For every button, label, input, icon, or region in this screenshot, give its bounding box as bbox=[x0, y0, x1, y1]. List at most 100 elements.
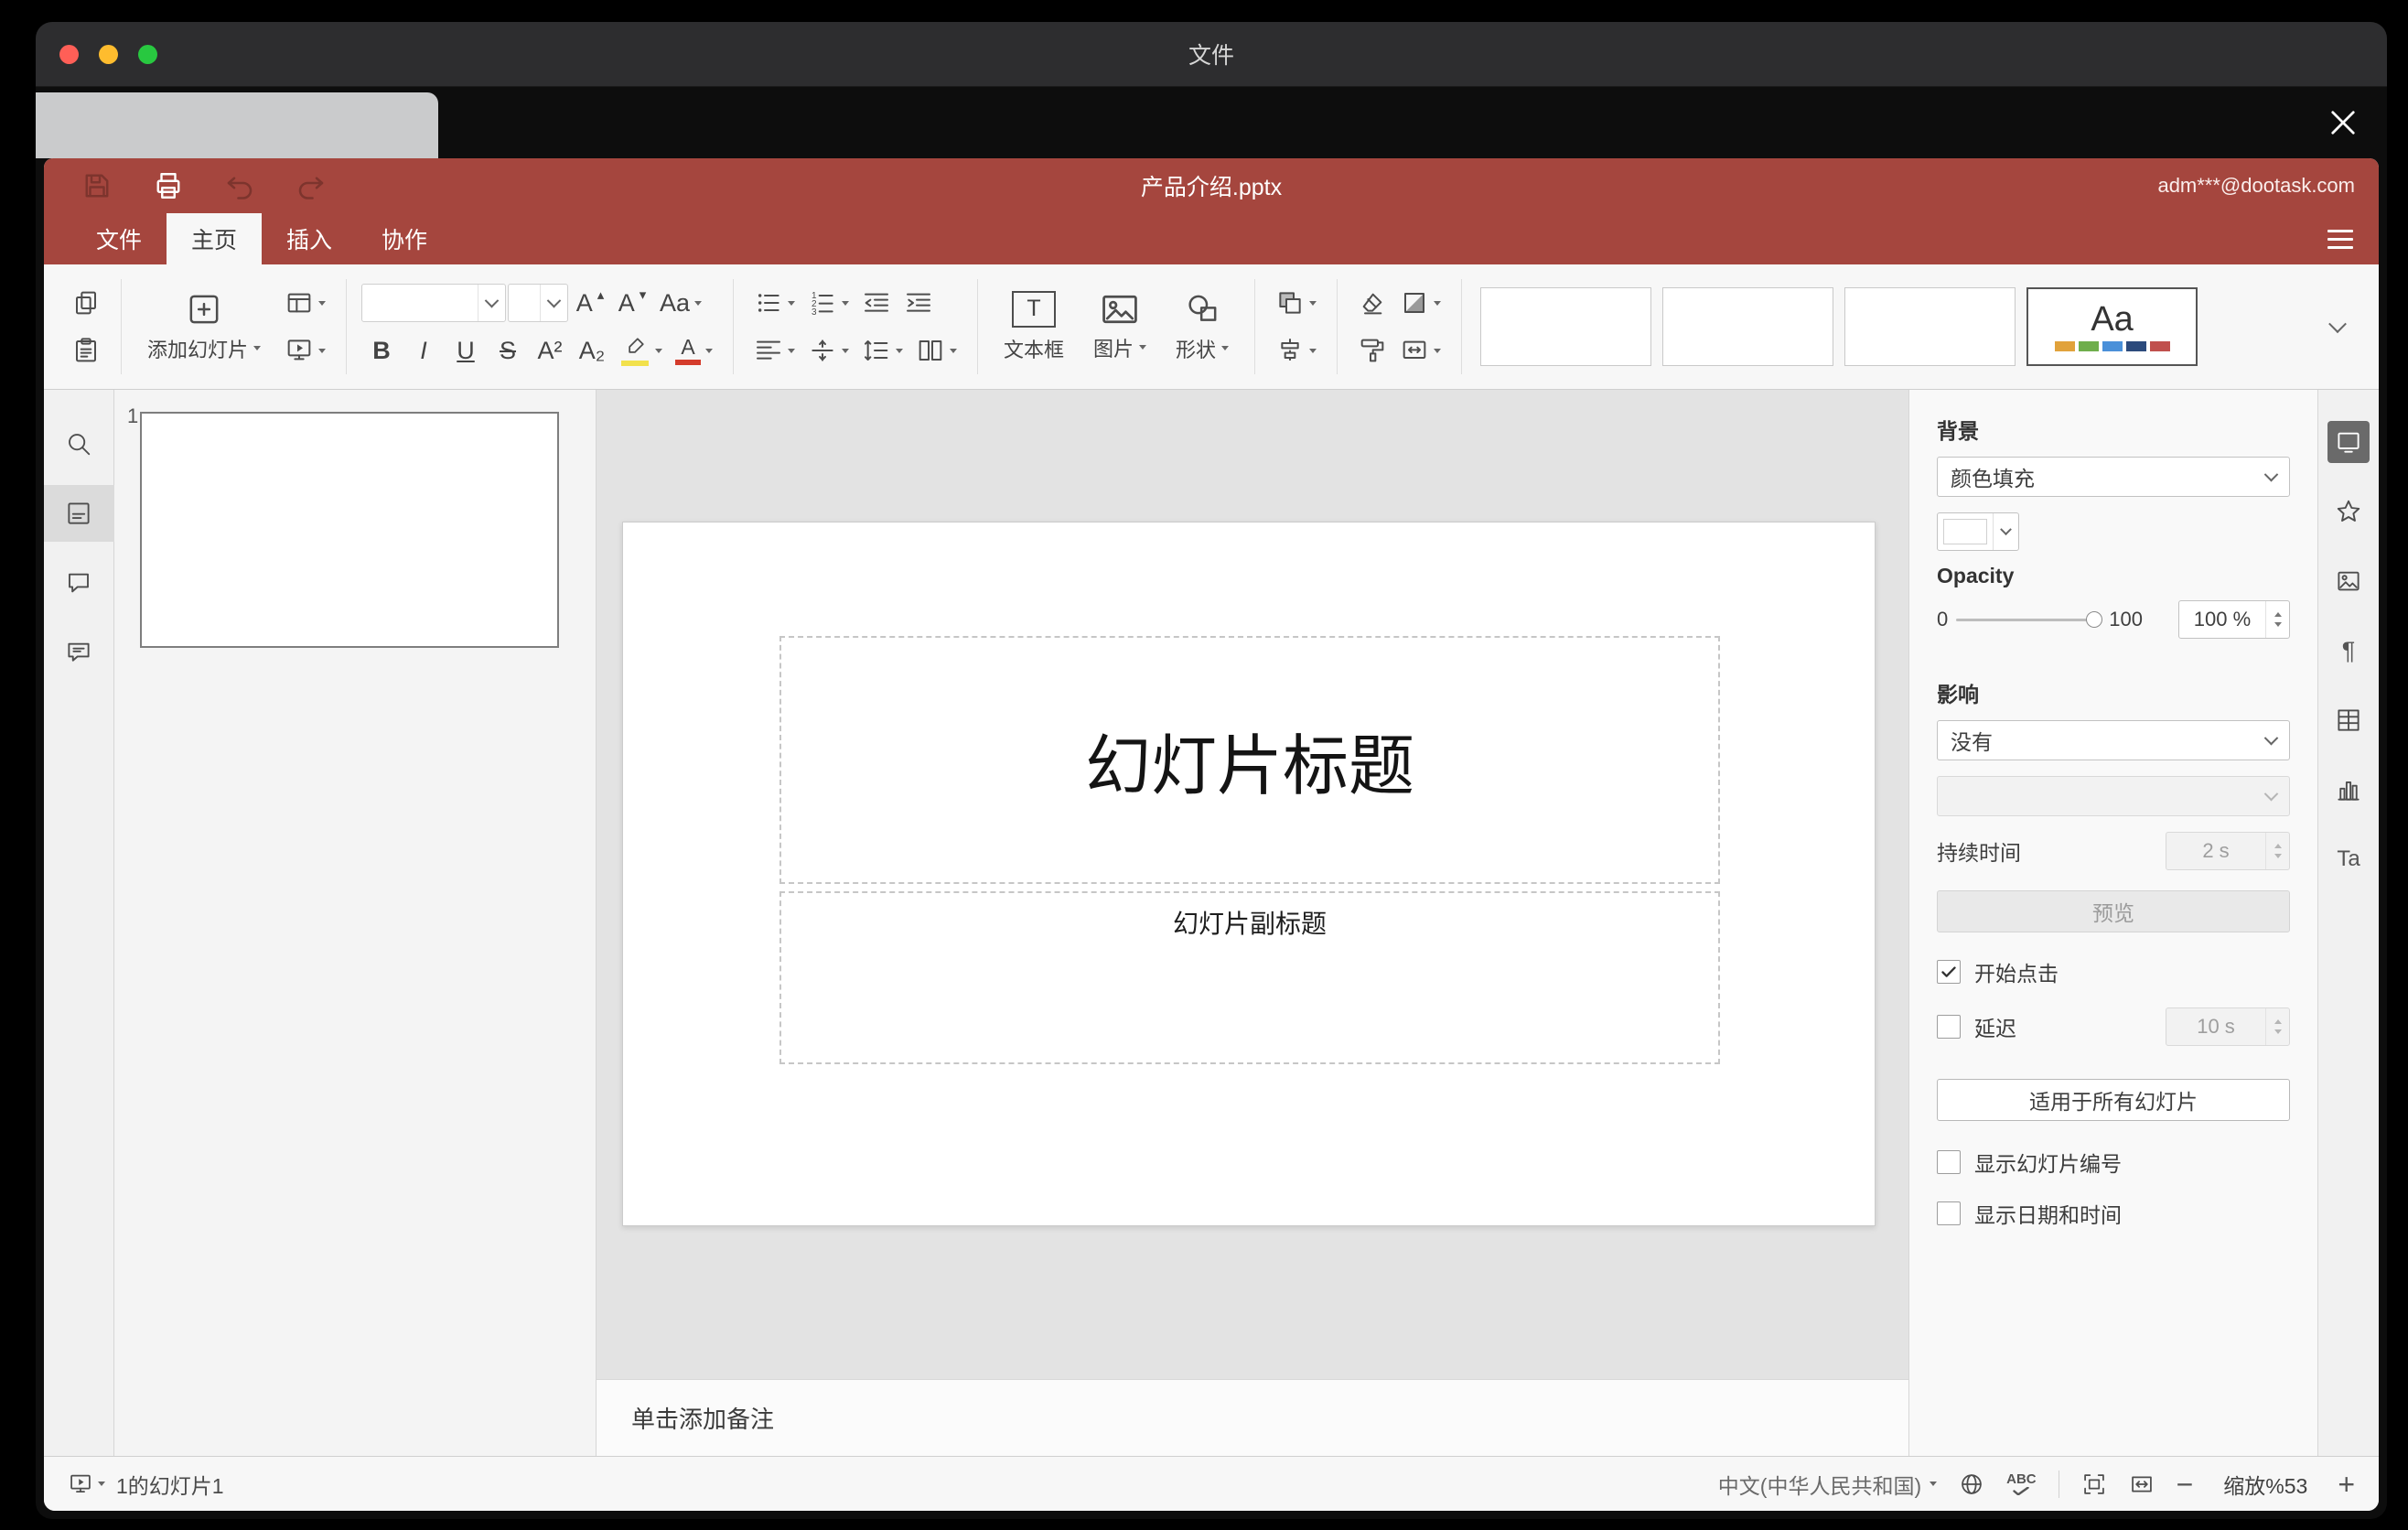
opacity-slider[interactable] bbox=[1956, 610, 2103, 629]
checkbox-unchecked-icon[interactable] bbox=[1937, 1015, 1961, 1039]
zoom-in-button[interactable]: + bbox=[2338, 1470, 2355, 1499]
slide-canvas[interactable]: 幻灯片标题 幻灯片副标题 bbox=[622, 522, 1876, 1226]
paragraph-settings-button[interactable]: ¶ bbox=[2327, 630, 2370, 672]
change-case-button[interactable]: Aa bbox=[654, 283, 707, 323]
copy-button[interactable] bbox=[66, 283, 106, 323]
spinner-arrows[interactable] bbox=[2265, 601, 2289, 638]
svg-text:3: 3 bbox=[812, 307, 817, 318]
editing-canvas[interactable]: 幻灯片标题 幻灯片副标题 bbox=[597, 390, 1908, 1379]
strikethrough-button[interactable]: S bbox=[488, 330, 528, 371]
redo-button[interactable] bbox=[295, 167, 328, 205]
font-color-button[interactable]: A bbox=[670, 330, 718, 371]
arrange-shape-button[interactable] bbox=[1270, 283, 1322, 323]
table-settings-button[interactable] bbox=[2327, 699, 2370, 741]
spellcheck-button[interactable]: ABC bbox=[2006, 1472, 2037, 1495]
fullscreen-window-button[interactable] bbox=[138, 44, 157, 64]
theme-option-selected[interactable]: Aa bbox=[2026, 287, 2198, 366]
slide-layout-button[interactable] bbox=[279, 283, 331, 323]
italic-button[interactable]: I bbox=[403, 330, 444, 371]
zoom-out-button[interactable]: − bbox=[2177, 1470, 2194, 1499]
bullets-button[interactable] bbox=[748, 283, 801, 323]
image-settings-button[interactable] bbox=[2327, 560, 2370, 602]
insert-image-button[interactable]: 图片 bbox=[1082, 279, 1157, 374]
spin-up-icon[interactable] bbox=[2274, 612, 2282, 617]
print-button[interactable] bbox=[152, 167, 185, 205]
insert-shape-button[interactable]: 形状 bbox=[1165, 279, 1240, 374]
color-dropdown-button[interactable] bbox=[1993, 513, 2018, 550]
clear-style-button[interactable] bbox=[1352, 283, 1392, 323]
increment-font-size-button[interactable]: A ▴ bbox=[570, 283, 610, 323]
slides-panel-button[interactable] bbox=[44, 485, 114, 542]
chart-settings-button[interactable] bbox=[2327, 769, 2370, 811]
transition-effect-select[interactable]: 没有 bbox=[1937, 720, 2290, 760]
theme-option[interactable] bbox=[1662, 287, 1834, 366]
opacity-spinner[interactable]: 100 % bbox=[2178, 600, 2290, 639]
checkbox-unchecked-icon[interactable] bbox=[1937, 1201, 1961, 1225]
line-spacing-button[interactable] bbox=[856, 330, 908, 371]
decrease-indent-button[interactable] bbox=[856, 283, 897, 323]
increase-indent-button[interactable] bbox=[898, 283, 939, 323]
title-placeholder[interactable]: 幻灯片标题 bbox=[779, 636, 1720, 884]
text-box-button[interactable]: T 文本框 bbox=[993, 279, 1075, 374]
notes-area[interactable]: 单击添加备注 bbox=[597, 1379, 1908, 1456]
fit-slide-button[interactable] bbox=[2081, 1471, 2107, 1497]
comments-button[interactable] bbox=[44, 555, 114, 611]
checkbox-checked-icon[interactable] bbox=[1937, 960, 1961, 984]
add-slide-button[interactable]: 添加幻灯片 bbox=[136, 279, 272, 374]
slide-thumbnail[interactable] bbox=[140, 412, 559, 648]
language-selector[interactable]: 中文(中华人民共和国) bbox=[1718, 1469, 1938, 1500]
save-button[interactable] bbox=[81, 167, 113, 205]
font-name-dropdown-button[interactable] bbox=[478, 285, 505, 321]
minimize-window-button[interactable] bbox=[99, 44, 118, 64]
start-slideshow-button[interactable] bbox=[279, 330, 331, 371]
horizontal-align-button[interactable] bbox=[748, 330, 801, 371]
spin-down-icon[interactable] bbox=[2274, 622, 2282, 627]
fit-width-button[interactable] bbox=[2129, 1471, 2155, 1497]
subscript-button[interactable]: A₂ bbox=[572, 330, 612, 371]
font-name-combobox[interactable] bbox=[361, 284, 507, 322]
paste-button[interactable] bbox=[66, 330, 106, 371]
decrement-font-size-button[interactable]: A ▾ bbox=[612, 283, 652, 323]
highlight-color-button[interactable] bbox=[614, 330, 668, 371]
slide-size-button[interactable] bbox=[1394, 330, 1446, 371]
insert-columns-button[interactable] bbox=[910, 330, 962, 371]
undo-button[interactable] bbox=[223, 167, 256, 205]
numbering-button[interactable]: 123 bbox=[802, 283, 855, 323]
background-color-picker[interactable] bbox=[1937, 512, 2019, 551]
superscript-button[interactable]: A² bbox=[530, 330, 570, 371]
slide-settings-button[interactable] bbox=[2327, 421, 2370, 463]
show-slide-number-checkbox[interactable]: 显示幻灯片编号 bbox=[1937, 1147, 2290, 1178]
background-fill-select[interactable]: 颜色填充 bbox=[1937, 457, 2290, 497]
slider-knob[interactable] bbox=[2086, 611, 2103, 628]
gallery-expand-button[interactable] bbox=[2317, 287, 2359, 366]
delay-checkbox[interactable]: 延迟 10 s bbox=[1937, 1007, 2290, 1046]
start-slideshow-status-button[interactable] bbox=[68, 1471, 105, 1497]
menu-icon[interactable] bbox=[2327, 229, 2353, 249]
shape-settings-button[interactable] bbox=[2327, 490, 2370, 533]
chat-button[interactable] bbox=[44, 624, 114, 681]
fill-color-button[interactable] bbox=[1394, 283, 1446, 323]
checkbox-unchecked-icon[interactable] bbox=[1937, 1150, 1961, 1174]
modal-close-button[interactable] bbox=[2323, 102, 2363, 143]
textart-settings-button[interactable]: Ta bbox=[2327, 838, 2370, 880]
font-size-combobox[interactable] bbox=[508, 284, 569, 322]
font-size-dropdown-button[interactable] bbox=[540, 285, 567, 321]
vertical-align-button[interactable] bbox=[802, 330, 855, 371]
align-shape-button[interactable] bbox=[1270, 330, 1322, 371]
start-on-click-checkbox[interactable]: 开始点击 bbox=[1937, 956, 2290, 987]
tab-insert[interactable]: 插入 bbox=[262, 213, 357, 264]
close-window-button[interactable] bbox=[59, 44, 79, 64]
subtitle-placeholder[interactable]: 幻灯片副标题 bbox=[779, 891, 1720, 1064]
set-language-button[interactable] bbox=[1959, 1471, 1984, 1497]
underline-button[interactable]: U bbox=[446, 330, 486, 371]
apply-to-all-button[interactable]: 适用于所有幻灯片 bbox=[1937, 1079, 2290, 1121]
show-date-time-checkbox[interactable]: 显示日期和时间 bbox=[1937, 1198, 2290, 1229]
bold-button[interactable]: B bbox=[361, 330, 402, 371]
search-button[interactable] bbox=[44, 415, 114, 472]
tab-collaboration[interactable]: 协作 bbox=[357, 213, 452, 264]
theme-option[interactable] bbox=[1844, 287, 2016, 366]
tab-home[interactable]: 主页 bbox=[167, 213, 263, 264]
tab-file[interactable]: 文件 bbox=[71, 213, 167, 264]
theme-option[interactable] bbox=[1480, 287, 1652, 366]
copy-style-button[interactable] bbox=[1352, 330, 1392, 371]
